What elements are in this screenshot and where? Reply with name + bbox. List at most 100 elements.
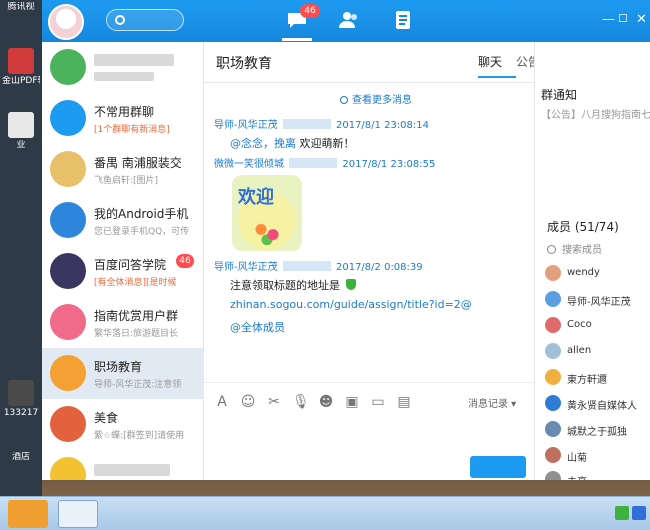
member-item[interactable]: wendy	[545, 264, 649, 282]
member-item[interactable]: allen	[545, 342, 649, 360]
contact-preview: 您已登录手机QQ，可传	[94, 227, 190, 237]
member-item[interactable]: 黄永贤自媒体人	[545, 394, 649, 412]
member-avatar	[545, 369, 561, 385]
list-item[interactable]: 指南优赏用户群 繁华落日:旅游题目长	[42, 297, 204, 348]
qq-window: 46 — ☐ ✕ 不常用群聊 [1个群聊有新消息] 番禺 南浦服装交 飞鱼启轩:…	[42, 0, 650, 480]
space-icon[interactable]	[392, 10, 414, 30]
message-text: @念念，挽离 欢迎萌新！	[230, 135, 355, 151]
message-text: @全体成员	[230, 319, 285, 335]
contact-preview: 飞鱼启轩:[图片]	[94, 176, 159, 186]
sticker-icon[interactable]: ☻	[318, 394, 334, 410]
group-notice-body[interactable]: 【公告】八月搜狗指南七	[541, 106, 650, 121]
message-time: 2017/8/1 23:08:55	[342, 159, 436, 170]
file-icon	[8, 380, 34, 406]
tab-chat[interactable]: 聊天	[478, 53, 516, 78]
member-item[interactable]: 城默之于孤独	[545, 420, 649, 438]
search-input[interactable]	[106, 9, 184, 31]
taskbar-app-button[interactable]	[8, 500, 48, 528]
desktop-icon[interactable]: 业	[2, 112, 40, 151]
desktop-icon[interactable]: 腾讯视	[2, 2, 40, 13]
member-name: 导师-风华正茂	[567, 297, 631, 308]
contact-name: 职场教育	[94, 360, 143, 374]
member-item[interactable]: 山菊	[545, 446, 649, 464]
list-item[interactable]: 番禺 南浦服装交 飞鱼启轩:[图片]	[42, 144, 204, 195]
phone-icon	[50, 202, 86, 238]
member-name: 黄永贤自媒体人	[567, 401, 637, 412]
message-count-badge: 46	[300, 4, 320, 18]
welcome-sticker-image[interactable]: 欢迎	[232, 175, 302, 251]
member-search-label: 搜索成员	[562, 245, 602, 256]
member-item[interactable]: Coco	[545, 316, 649, 334]
scissors-icon[interactable]: ✂	[266, 394, 282, 410]
more-messages-link[interactable]: 查看更多消息	[340, 91, 412, 106]
emoji-icon[interactable]: ☺	[240, 394, 256, 410]
contact-preview: [1个群聊有新消息]	[94, 125, 170, 135]
mention-all[interactable]: @全体成员	[230, 321, 285, 334]
message-time: 2017/8/1 23:08:14	[335, 120, 429, 131]
search-icon	[547, 245, 556, 254]
desktop-icon-strip: 腾讯视 金山PDF转Word 业 133217 酒店	[0, 0, 42, 496]
member-name: 山菊	[567, 453, 587, 464]
members-title: 成员 (51/74)	[547, 220, 619, 234]
member-name: 東方軒邇	[567, 375, 607, 386]
list-item[interactable]: 我的Android手机 您已登录手机QQ，可传	[42, 195, 204, 246]
message-header: 微微一笑很倾城 2017/8/1 23:08:55	[214, 155, 435, 170]
group-notice-title: 群通知	[541, 88, 578, 102]
message-header: 导师-风华正茂 2017/8/2 0:08:39	[214, 258, 423, 273]
list-item[interactable]	[42, 450, 204, 480]
message-history-button[interactable]: 消息记录 ▾	[468, 395, 516, 410]
list-item[interactable]: 美食 紫☆蝶:[群签到]请使用	[42, 399, 204, 450]
conversation-list[interactable]: 不常用群聊 [1个群聊有新消息] 番禺 南浦服装交 飞鱼启轩:[图片] 我的An…	[42, 42, 204, 480]
desktop-icon[interactable]: 133217	[2, 380, 40, 419]
list-item[interactable]: 百度问答学院 46 [有全体消息][是时候	[42, 246, 204, 297]
group-info-panel: 群通知 【公告】八月搜狗指南七 成员 (51/74) 搜索成员 wendy 导师…	[534, 42, 650, 480]
list-item[interactable]: 不常用群聊 [1个群聊有新消息]	[42, 93, 204, 144]
desktop-icon-label: 业	[16, 140, 26, 150]
active-tab-indicator	[282, 38, 312, 41]
member-item[interactable]: 导师-风华正茂	[545, 290, 649, 308]
desktop-icon[interactable]: 酒店	[2, 452, 40, 463]
folder-icon[interactable]: ▭	[370, 394, 386, 410]
member-name: wendy	[567, 267, 600, 278]
member-item[interactable]: 未亮	[545, 470, 649, 480]
top-bar: 46 — ☐ ✕	[42, 0, 650, 42]
image-icon[interactable]: ▣	[344, 394, 360, 410]
list-item[interactable]	[42, 42, 204, 93]
contacts-icon[interactable]	[338, 10, 360, 30]
member-search[interactable]: 搜索成员	[547, 241, 602, 256]
screen-icon[interactable]: ▤	[396, 394, 412, 410]
mention[interactable]: @念念	[230, 137, 263, 150]
redacted-name	[94, 54, 174, 66]
contact-name: 我的Android手机	[94, 207, 189, 221]
close-icon[interactable]: ✕	[636, 12, 647, 27]
font-icon[interactable]: A	[214, 394, 230, 410]
minimize-icon[interactable]: —	[602, 12, 615, 27]
divider	[204, 82, 534, 83]
contact-name: 指南优赏用户群	[94, 309, 179, 323]
briefcase-icon	[50, 355, 86, 391]
user-avatar[interactable]	[48, 4, 84, 40]
message-sender[interactable]: 微微一笑很倾城	[214, 159, 284, 170]
message-sender[interactable]: 导师-风华正茂	[214, 120, 278, 131]
member-name: allen	[567, 345, 592, 356]
taskbar-explorer-button[interactable]	[58, 500, 98, 528]
maximize-icon[interactable]: ☐	[618, 12, 628, 25]
document-icon	[8, 112, 34, 138]
contact-avatar	[50, 253, 86, 289]
member-avatar	[545, 447, 561, 463]
message-sender[interactable]: 导师-风华正茂	[214, 262, 278, 273]
tray-icon[interactable]	[615, 506, 629, 520]
contact-name: 番禺 南浦服装交	[94, 156, 182, 170]
help-icon[interactable]	[632, 506, 646, 520]
member-avatar	[545, 317, 561, 333]
member-item[interactable]: 東方軒邇	[545, 368, 649, 386]
mention[interactable]: ，挽离	[263, 137, 296, 150]
send-button[interactable]	[470, 456, 526, 478]
mic-icon[interactable]: 🎙	[292, 394, 310, 410]
list-item-active[interactable]: 职场教育 导师-风华正茂:注意领	[42, 348, 204, 399]
desktop-icon[interactable]: 金山PDF转Word	[2, 48, 40, 87]
member-avatar	[545, 395, 561, 411]
contact-preview: 导师-风华正茂:注意领	[94, 380, 182, 390]
message-link[interactable]: zhinan.sogou.com/guide/assign/title?id=2…	[230, 298, 472, 311]
contact-avatar	[50, 406, 86, 442]
